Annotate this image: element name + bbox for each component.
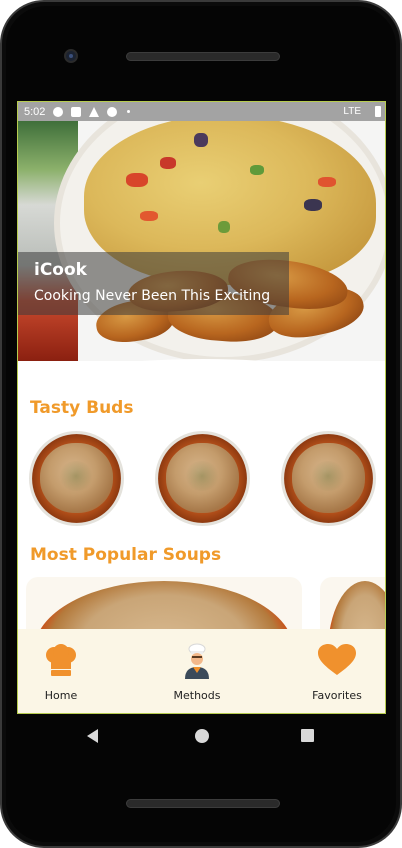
- earpiece-speaker: [126, 52, 280, 61]
- heart-icon: [318, 644, 356, 675]
- tomato-piece: [126, 173, 148, 187]
- battery-icon: [375, 106, 381, 117]
- pepper-piece: [250, 165, 264, 175]
- soup-image: [166, 443, 239, 513]
- eggplant-piece: [304, 199, 322, 211]
- system-navigation-bar: [17, 714, 386, 758]
- chef-person-icon: [185, 643, 209, 679]
- tomato-piece: [140, 211, 158, 221]
- nav-label-favorites: Favorites: [312, 689, 362, 702]
- tasty-bud-item[interactable]: [29, 431, 124, 526]
- section-title-tasty-buds: Tasty Buds: [30, 398, 134, 418]
- status-time: 5:02: [24, 105, 46, 118]
- nav-item-home[interactable]: Home: [18, 629, 121, 713]
- hero-banner: iCook Cooking Never Been This Exciting: [18, 121, 385, 361]
- gmail-icon: [71, 106, 82, 117]
- front-camera-icon: [64, 49, 78, 63]
- nav-label-home: Home: [44, 689, 78, 702]
- soup-image: [40, 443, 113, 513]
- phone-frame: 5:02 LTE iCook Cooking Never Been This E…: [0, 0, 402, 848]
- popular-soup-card[interactable]: [320, 577, 385, 637]
- pepper-piece: [218, 221, 230, 233]
- eggplant-piece: [194, 133, 208, 147]
- status-bar: 5:02 LTE: [18, 102, 385, 121]
- back-icon[interactable]: [87, 729, 98, 743]
- chef-hat-icon: [46, 644, 76, 676]
- dot-icon: [127, 110, 131, 113]
- sync-icon: [107, 106, 118, 117]
- soup-image: [292, 443, 365, 513]
- app-screen: 5:02 LTE iCook Cooking Never Been This E…: [17, 101, 386, 714]
- settings-icon: [53, 106, 64, 117]
- section-title-popular-soups: Most Popular Soups: [30, 545, 222, 565]
- tasty-bud-item[interactable]: [281, 431, 376, 526]
- network-type: LTE: [343, 106, 361, 117]
- tomato-piece: [160, 157, 176, 169]
- hero-title: iCook: [34, 260, 87, 280]
- nav-label-methods: Methods: [173, 689, 221, 702]
- recents-icon[interactable]: [301, 729, 314, 742]
- alert-icon: [89, 106, 100, 117]
- nav-item-methods[interactable]: Methods: [137, 629, 257, 713]
- tomato-piece: [318, 177, 336, 187]
- popular-soup-card[interactable]: [26, 577, 302, 637]
- bottom-navigation: Home Methods Favorites: [18, 629, 385, 713]
- bottom-speaker: [126, 799, 280, 808]
- hero-subtitle: Cooking Never Been This Exciting: [34, 288, 271, 304]
- home-icon[interactable]: [195, 729, 209, 743]
- tasty-bud-item[interactable]: [155, 431, 250, 526]
- nav-item-favorites[interactable]: Favorites: [277, 629, 385, 713]
